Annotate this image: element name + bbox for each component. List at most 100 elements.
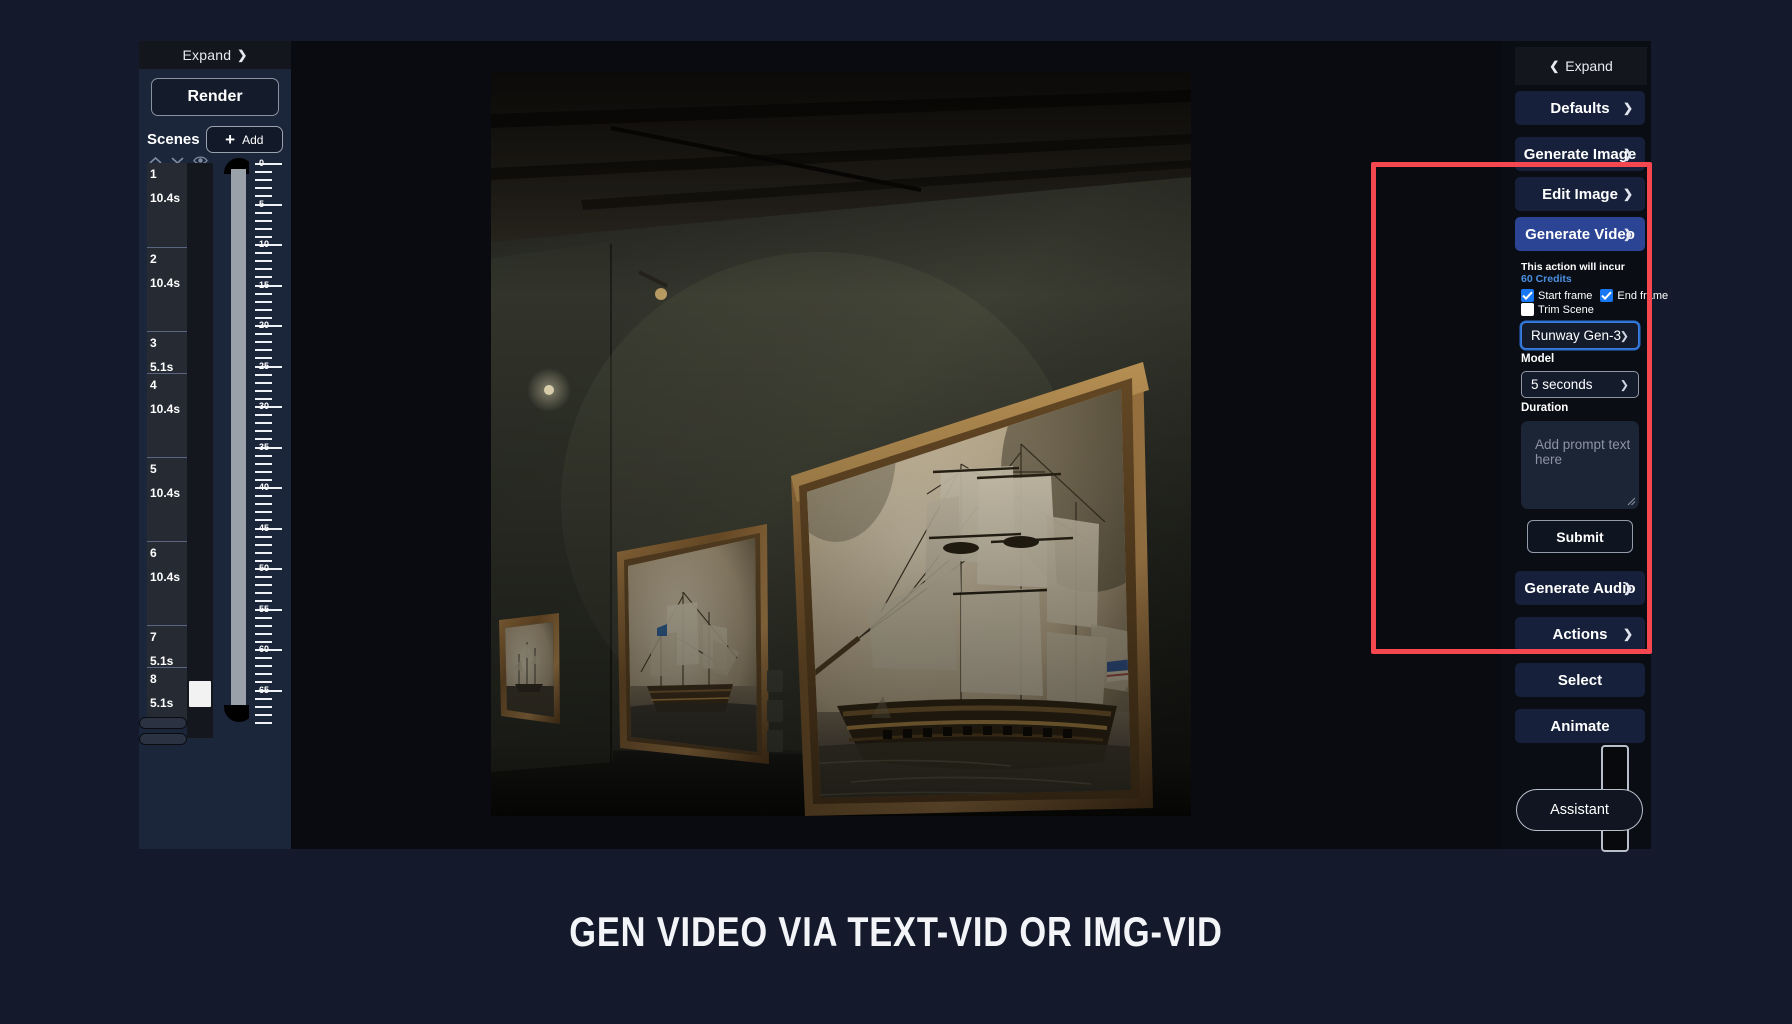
chevron-down-icon: ❯ <box>1622 627 1633 641</box>
trim-scene-checkbox[interactable] <box>1521 303 1534 316</box>
scene-scroll-pill-bottom[interactable] <box>139 733 187 745</box>
right-expand-button[interactable]: ❮ Expand <box>1515 47 1647 85</box>
ruler-tick-label: 45 <box>259 522 270 533</box>
duration-select-value: 5 seconds <box>1531 377 1593 392</box>
end-frame-checkbox[interactable] <box>1600 289 1614 302</box>
right-sidebar: ❮ Expand Defaults ❯ Generate Image ❯ Edi… <box>1501 41 1668 849</box>
chevron-down-icon: ❯ <box>1622 581 1633 595</box>
ruler-tick-minor <box>255 511 272 514</box>
ruler-tick-minor <box>255 705 272 708</box>
scene-item[interactable]: 4 10.4s <box>147 373 187 457</box>
ruler-tick-minor <box>255 713 272 716</box>
scene-number: 6 <box>150 546 157 560</box>
scene-item[interactable]: 3 5.1s <box>147 331 187 374</box>
ruler-tick-minor <box>255 681 272 684</box>
end-frame-label: End frame <box>1617 289 1669 302</box>
assistant-button[interactable]: Assistant <box>1516 789 1643 831</box>
right-expand-label: Expand <box>1565 58 1613 74</box>
scene-track[interactable] <box>187 163 213 738</box>
panel-animate-label: Animate <box>1550 717 1610 735</box>
scene-duration: 10.4s <box>150 486 181 500</box>
caption-text: GEN VIDEO VIA TEXT-VID OR IMG-VID <box>569 908 1223 955</box>
scene-number: 8 <box>150 672 157 686</box>
ruler-tick-label: 0 <box>259 159 265 168</box>
ruler-tick-minor <box>255 308 272 311</box>
ruler-tick-minor <box>255 292 272 295</box>
scene-preview-image[interactable] <box>491 72 1191 816</box>
panel-generate-image[interactable]: Generate Image ❯ <box>1515 137 1645 171</box>
scene-item[interactable]: 8 5.1s <box>147 667 187 710</box>
submit-button[interactable]: Submit <box>1527 520 1633 553</box>
ruler-tick-minor <box>255 535 272 538</box>
chevron-left-icon: ❮ <box>1549 59 1560 73</box>
playhead-handle[interactable] <box>189 681 211 707</box>
ruler-tick-label: 40 <box>259 482 270 492</box>
ruler-tick-minor <box>255 195 272 198</box>
ruler-tick-label: 55 <box>259 603 270 614</box>
panel-actions[interactable]: Actions ❯ <box>1515 617 1645 651</box>
ruler-tick-minor <box>255 333 272 336</box>
generate-video-body: This action will incur 60 Credits Start … <box>1515 255 1668 563</box>
app-window: Expand ❯ Render Scenes + Add 1 10.4s 2 1… <box>139 41 1668 849</box>
ruler-tick-minor <box>255 381 272 384</box>
left-expand-label: Expand <box>182 47 232 63</box>
scenes-label: Scenes <box>147 131 200 148</box>
ruler-tick-minor <box>255 559 272 562</box>
duration-select[interactable]: 5 seconds ❯ <box>1521 371 1639 398</box>
ruler-tick-label: 25 <box>259 360 270 371</box>
scene-duration: 10.4s <box>150 191 181 205</box>
chevron-down-icon: ❯ <box>1619 379 1629 391</box>
trim-scene-label: Trim Scene <box>1538 303 1594 316</box>
start-frame-checkbox[interactable] <box>1521 289 1534 302</box>
left-sidebar: Expand ❯ Render Scenes + Add 1 10.4s 2 1… <box>139 41 291 849</box>
trim-scene-row: Trim Scene <box>1521 303 1639 316</box>
scene-item[interactable]: 6 10.4s <box>147 541 187 625</box>
scene-number: 1 <box>150 167 157 181</box>
ruler-tick-minor <box>255 438 272 441</box>
ruler-tick-minor <box>255 422 272 425</box>
ruler-tick-minor <box>255 551 272 554</box>
ruler-tick-minor <box>255 657 272 660</box>
prompt-textarea[interactable]: Add prompt text here <box>1521 421 1639 509</box>
ruler-tick-minor <box>255 316 272 319</box>
ruler-tick-label: 30 <box>259 401 270 411</box>
panel-edit-image[interactable]: Edit Image ❯ <box>1515 177 1645 211</box>
panel-defaults[interactable]: Defaults ❯ <box>1515 91 1645 125</box>
ruler-tick-minor <box>255 414 272 417</box>
ruler-tick-label: 50 <box>259 563 270 573</box>
ruler-tick-minor <box>255 276 272 279</box>
add-scene-label: Add <box>242 132 264 147</box>
scene-item[interactable]: 2 10.4s <box>147 247 187 331</box>
model-select[interactable]: Runway Gen-3 ❯ <box>1521 322 1639 349</box>
scene-scroll-pill-top[interactable] <box>139 717 187 729</box>
timeline-slider-bar[interactable] <box>231 169 246 711</box>
ruler-tick-minor <box>255 584 272 587</box>
scene-item[interactable]: 5 10.4s <box>147 457 187 541</box>
scene-list[interactable]: 1 10.4s 2 10.4s 3 5.1s 4 10.4s 5 10.4s 6… <box>147 163 187 723</box>
panel-select[interactable]: Select <box>1515 663 1645 697</box>
panel-generate-audio[interactable]: Generate Audio ❯ <box>1515 571 1645 605</box>
scene-item[interactable]: 1 10.4s <box>147 163 187 247</box>
ruler-tick-label: 20 <box>259 320 270 330</box>
panel-animate[interactable]: Animate <box>1515 709 1645 743</box>
ruler-tick-minor <box>255 397 272 400</box>
left-expand-button[interactable]: Expand ❯ <box>139 41 291 69</box>
scene-duration: 5.1s <box>150 360 174 374</box>
panel-generate-video[interactable]: Generate Video ❯ <box>1515 217 1645 251</box>
ruler-tick-minor <box>255 721 272 724</box>
ruler-tick-minor <box>255 268 272 271</box>
scene-duration: 5.1s <box>150 696 174 710</box>
ruler-tick-minor <box>255 389 272 392</box>
chevron-down-icon: ❯ <box>1622 147 1633 161</box>
ruler-tick-minor <box>255 462 272 465</box>
render-button[interactable]: Render <box>151 78 279 116</box>
ruler-tick-label: 10 <box>259 239 270 249</box>
ruler-tick-minor <box>255 357 272 360</box>
scene-item[interactable]: 7 5.1s <box>147 625 187 668</box>
add-scene-button[interactable]: + Add <box>205 126 283 153</box>
resize-grip-icon[interactable] <box>1627 497 1636 506</box>
scene-number: 7 <box>150 630 157 644</box>
frame-checkbox-row: Start frame End frame <box>1521 289 1668 302</box>
duration-label: Duration <box>1521 402 1569 414</box>
scene-number: 5 <box>150 462 157 476</box>
